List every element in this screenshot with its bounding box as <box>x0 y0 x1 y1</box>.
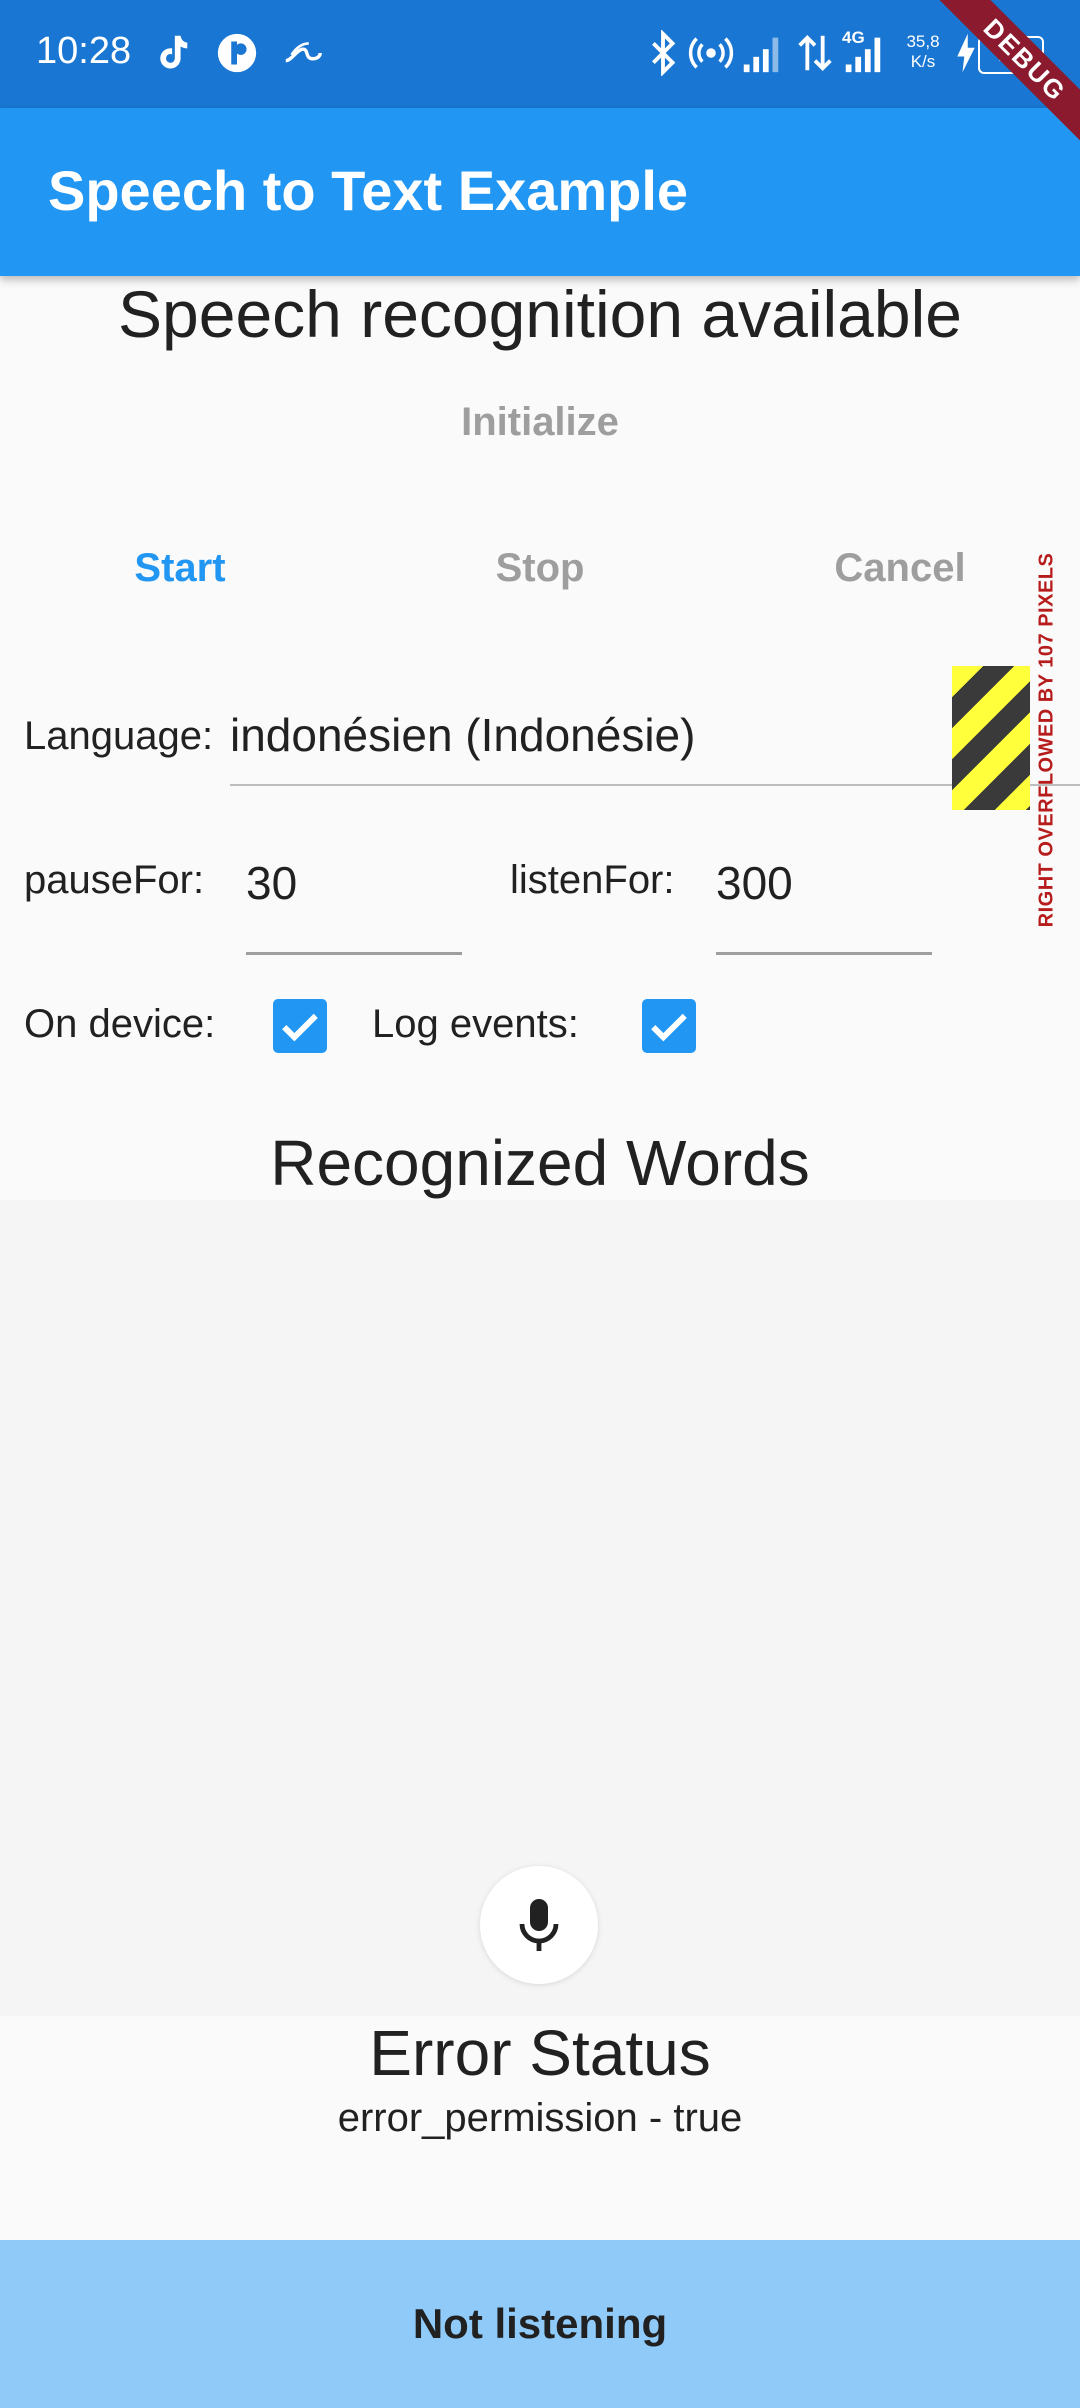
log-events-checkbox[interactable] <box>642 999 696 1053</box>
listen-for-input[interactable]: 300 <box>716 850 932 956</box>
language-label: Language: <box>24 714 214 758</box>
listen-for-label: listenFor: <box>510 858 675 902</box>
cancel-button[interactable]: Cancel <box>780 546 1020 591</box>
overflow-warning: RIGHT OVERFLOWED BY 107 PIXELS <box>1030 552 1064 928</box>
check-icon <box>282 1013 318 1042</box>
language-selected-value: indonésien (Indonésie) <box>230 709 696 761</box>
initialize-button[interactable]: Initialize <box>390 400 690 445</box>
tiktok-icon <box>160 35 188 69</box>
alipay-icon <box>285 42 322 63</box>
on-device-checkbox[interactable] <box>273 999 327 1053</box>
stop-button[interactable]: Stop <box>420 546 660 591</box>
data-speed: 35,8 K/s <box>906 32 940 71</box>
app-bar: Speech to Text Example <box>0 108 1080 276</box>
signal-icon <box>743 37 779 73</box>
on-device-label: On device: <box>24 1002 216 1046</box>
overflow-warning-text: RIGHT OVERFLOWED BY 107 PIXELS <box>1035 552 1058 928</box>
app-bar-title: Speech to Text Example <box>48 159 689 222</box>
listen-for-underline <box>716 952 932 955</box>
notification-app-icon <box>217 33 257 73</box>
pause-for-underline <box>246 952 462 955</box>
hotspot-icon <box>688 37 734 69</box>
listening-status-text: Not listening <box>412 2300 668 2347</box>
check-icon <box>651 1013 687 1042</box>
start-button[interactable]: Start <box>60 546 300 591</box>
log-events-label: Log events: <box>372 1002 579 1046</box>
error-status-title: Error Status <box>369 2017 711 2089</box>
signal-4g-icon <box>845 37 881 73</box>
pause-for-label: pauseFor: <box>24 858 205 902</box>
speech-availability-title: Speech recognition available <box>118 277 962 351</box>
listen-for-value: 300 <box>716 857 793 909</box>
status-bar: 10:28 4G 35,8 K/s <box>0 0 1080 108</box>
mic-button[interactable] <box>480 1866 598 1984</box>
error-status-message: error_permission - true <box>337 2096 743 2140</box>
pause-for-input[interactable]: 30 <box>246 850 462 956</box>
overflow-stripes <box>952 666 1030 810</box>
bluetooth-icon <box>652 30 676 76</box>
status-time: 10:28 <box>36 30 132 72</box>
mic-icon <box>519 1899 559 1951</box>
charging-icon <box>957 33 975 73</box>
listening-status-bar: Not listening <box>0 2240 1080 2408</box>
recognized-words-title: Recognized Words <box>270 1127 810 1199</box>
pause-for-value: 30 <box>246 857 298 909</box>
data-transfer-icon <box>798 34 832 72</box>
